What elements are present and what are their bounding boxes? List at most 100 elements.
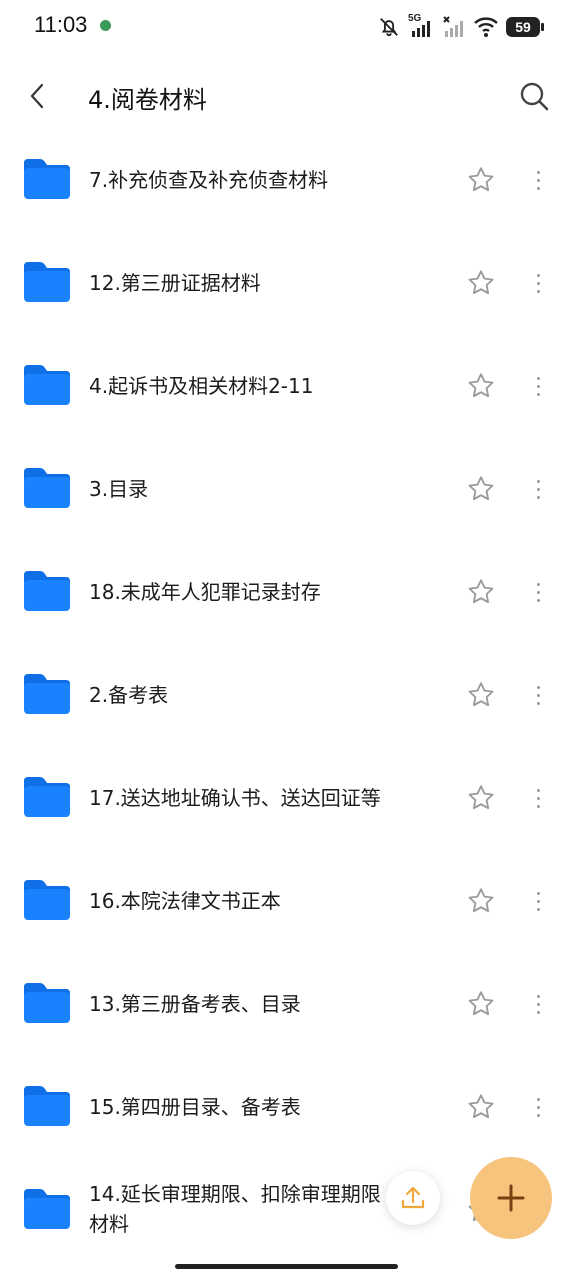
more-dot-icon <box>536 907 540 911</box>
add-button[interactable] <box>470 1157 552 1239</box>
folder-row[interactable]: 3.目录 <box>0 438 576 541</box>
favorite-button[interactable] <box>462 676 500 714</box>
more-dot-icon <box>536 376 540 380</box>
more-dot-icon <box>536 582 540 586</box>
star-icon <box>468 682 494 707</box>
more-dot-icon <box>536 495 540 499</box>
home-indicator[interactable] <box>175 1264 398 1269</box>
more-options-button[interactable] <box>526 781 550 815</box>
more-dot-icon <box>536 384 540 388</box>
star-icon <box>468 991 494 1016</box>
wifi-icon <box>474 17 498 37</box>
plus-icon <box>497 1184 525 1212</box>
more-dot-icon <box>536 273 540 277</box>
star-icon <box>468 888 494 913</box>
favorite-button[interactable] <box>462 779 500 817</box>
more-dot-icon <box>536 1105 540 1109</box>
upload-button[interactable] <box>386 1171 440 1225</box>
signal-no-sim-icon <box>443 16 463 37</box>
folder-row[interactable]: 15.第四册目录、备考表 <box>0 1056 576 1159</box>
more-options-button[interactable] <box>526 163 550 197</box>
star-icon <box>468 167 494 192</box>
more-options-button[interactable] <box>526 987 550 1021</box>
star-icon <box>468 270 494 295</box>
folder-row[interactable]: 16.本院法律文书正本 <box>0 850 576 953</box>
folder-row[interactable]: 13.第三册备考表、目录 <box>0 953 576 1056</box>
folder-name: 12.第三册证据材料 <box>89 271 261 295</box>
folder-icon <box>24 571 70 611</box>
more-dot-icon <box>536 1002 540 1006</box>
favorite-button[interactable] <box>462 1088 500 1126</box>
folder-icon <box>24 1189 70 1229</box>
folder-name: 14.延长审理期限、扣除审理期限材料 <box>89 1182 381 1236</box>
folder-name: 16.本院法律文书正本 <box>89 889 281 913</box>
favorite-button[interactable] <box>462 985 500 1023</box>
star-icon <box>468 579 494 604</box>
more-dot-icon <box>536 392 540 396</box>
more-dot-icon <box>536 685 540 689</box>
upload-icon <box>401 1186 425 1209</box>
search-icon <box>520 82 549 111</box>
folder-name: 15.第四册目录、备考表 <box>89 1095 301 1119</box>
app-header: 4.阅卷材料 <box>0 64 576 128</box>
folder-icon <box>24 777 70 817</box>
favorite-button[interactable] <box>462 470 500 508</box>
folder-name: 2.备考表 <box>89 683 169 707</box>
notification-dot-icon <box>100 20 111 31</box>
folder-row[interactable]: 12.第三册证据材料 <box>0 232 576 335</box>
more-dot-icon <box>536 1097 540 1101</box>
favorite-button[interactable] <box>462 367 500 405</box>
star-icon <box>468 373 494 398</box>
folder-name: 7.补充侦查及补充侦查材料 <box>89 168 329 192</box>
folder-name: 17.送达地址确认书、送达回证等 <box>89 786 381 810</box>
more-dot-icon <box>536 186 540 190</box>
star-icon <box>468 476 494 501</box>
folder-icon <box>24 365 70 405</box>
star-icon <box>468 1094 494 1119</box>
more-dot-icon <box>536 479 540 483</box>
more-options-button[interactable] <box>526 369 550 403</box>
more-dot-icon <box>536 804 540 808</box>
favorite-button[interactable] <box>462 882 500 920</box>
folder-name: 3.目录 <box>89 477 149 501</box>
folder-row[interactable]: 2.备考表 <box>0 644 576 747</box>
more-options-button[interactable] <box>526 884 550 918</box>
folder-row[interactable]: 17.送达地址确认书、送达回证等 <box>0 747 576 850</box>
more-options-button[interactable] <box>526 1090 550 1124</box>
search-button[interactable] <box>512 74 556 118</box>
folder-name: 4.起诉书及相关材料2-11 <box>89 374 314 398</box>
favorite-button[interactable] <box>462 161 500 199</box>
more-dot-icon <box>536 891 540 895</box>
folder-name: 18.未成年人犯罪记录封存 <box>89 580 321 604</box>
folder-name: 13.第三册备考表、目录 <box>89 992 301 1016</box>
status-icons: 5G 59 <box>378 13 544 40</box>
more-dot-icon <box>536 899 540 903</box>
star-icon <box>468 785 494 810</box>
more-options-button[interactable] <box>526 678 550 712</box>
folder-icon <box>24 983 70 1023</box>
signal-5g-icon: 5G <box>408 13 434 39</box>
folder-icon <box>24 1086 70 1126</box>
more-dot-icon <box>536 170 540 174</box>
back-button[interactable] <box>18 74 58 118</box>
more-options-button[interactable] <box>526 472 550 506</box>
folder-icon <box>24 262 70 302</box>
favorite-button[interactable] <box>462 264 500 302</box>
folder-icon <box>24 674 70 714</box>
folder-row[interactable]: 18.未成年人犯罪记录封存 <box>0 541 576 644</box>
more-dot-icon <box>536 796 540 800</box>
folder-row[interactable]: 7.补充侦查及补充侦查材料 <box>0 129 576 232</box>
more-dot-icon <box>536 281 540 285</box>
more-dot-icon <box>536 701 540 705</box>
more-dot-icon <box>536 598 540 602</box>
favorite-button[interactable] <box>462 573 500 611</box>
more-options-button[interactable] <box>526 266 550 300</box>
status-time: 11:03 <box>34 12 88 37</box>
more-dot-icon <box>536 1010 540 1014</box>
more-dot-icon <box>536 994 540 998</box>
more-dot-icon <box>536 487 540 491</box>
folder-row[interactable]: 4.起诉书及相关材料2-11 <box>0 335 576 438</box>
more-options-button[interactable] <box>526 575 550 609</box>
chevron-left-icon <box>30 83 44 109</box>
more-dot-icon <box>536 289 540 293</box>
